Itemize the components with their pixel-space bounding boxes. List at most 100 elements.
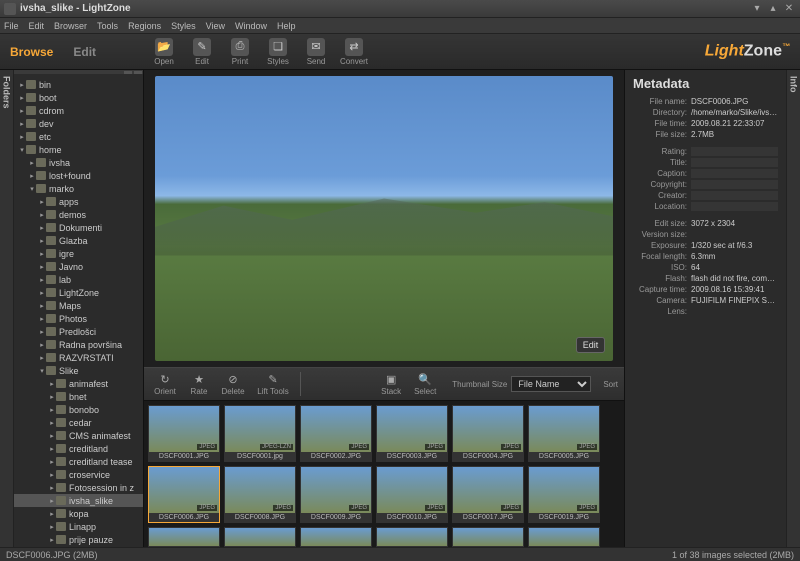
thumbnail[interactable]: JPEGDSCF0002.JPG <box>300 405 372 462</box>
expand-icon[interactable]: ▸ <box>38 198 46 206</box>
rate-button[interactable]: ★Rate <box>184 373 214 396</box>
menu-window[interactable]: Window <box>235 21 267 31</box>
folder-bnet[interactable]: ▸bnet <box>14 390 143 403</box>
select-button[interactable]: 🔍Select <box>410 373 440 396</box>
expand-icon[interactable]: ▸ <box>38 354 46 362</box>
expand-icon[interactable]: ▸ <box>48 484 56 492</box>
folder-ivsha_slike[interactable]: ▸ivsha_slike <box>14 494 143 507</box>
thumbnail[interactable] <box>528 527 600 547</box>
menu-help[interactable]: Help <box>277 21 296 31</box>
styles-button[interactable]: ❏Styles <box>260 38 296 66</box>
expand-icon[interactable]: ▸ <box>38 315 46 323</box>
folder-igre[interactable]: ▸igre <box>14 247 143 260</box>
expand-icon[interactable]: ▸ <box>18 107 26 115</box>
thumbnail[interactable]: JPEGDSCF0005.JPG <box>528 405 600 462</box>
metadata-value-empty[interactable] <box>691 158 778 167</box>
expand-icon[interactable]: ▸ <box>28 159 36 167</box>
thumbnail[interactable]: JPEGDSCF0004.JPG <box>452 405 524 462</box>
menu-edit[interactable]: Edit <box>29 21 45 31</box>
expand-icon[interactable]: ▸ <box>48 445 56 453</box>
edit-button[interactable]: ✎Edit <box>184 38 220 66</box>
thumbnail[interactable]: JPEGDSCF0006.JPG <box>148 466 220 523</box>
folder-fotosession-in-z[interactable]: ▸Fotosession in z <box>14 481 143 494</box>
expand-icon[interactable]: ▸ <box>18 81 26 89</box>
preview-edit-button[interactable]: Edit <box>576 337 606 353</box>
thumbnail[interactable]: JPEGDSCF0009.JPG <box>300 466 372 523</box>
expand-icon[interactable]: ▸ <box>38 302 46 310</box>
folder-lightzone[interactable]: ▸LightZone <box>14 286 143 299</box>
folder-dev[interactable]: ▸dev <box>14 117 143 130</box>
expand-icon[interactable]: ▸ <box>38 263 46 271</box>
sort-select[interactable]: File Name <box>511 376 591 392</box>
metadata-value-empty[interactable] <box>691 169 778 178</box>
folder-lost+found[interactable]: ▸lost+found <box>14 169 143 182</box>
thumbnail[interactable] <box>224 527 296 547</box>
thumbnail[interactable] <box>376 527 448 547</box>
preview-image[interactable]: Edit <box>155 76 614 361</box>
mode-browse[interactable]: Browse <box>0 41 63 63</box>
delete-button[interactable]: ⊘Delete <box>218 373 248 396</box>
stack-button[interactable]: ▣Stack <box>376 373 406 396</box>
thumbnail[interactable]: JPEGDSCF0003.JPG <box>376 405 448 462</box>
convert-button[interactable]: ⇄Convert <box>336 38 372 66</box>
expand-icon[interactable]: ▸ <box>48 380 56 388</box>
expand-icon[interactable]: ▸ <box>28 172 36 180</box>
thumbnail[interactable] <box>452 527 524 547</box>
minimize-icon[interactable]: ▾ <box>750 3 764 15</box>
print-button[interactable]: ⎙Print <box>222 38 258 66</box>
folder-bin[interactable]: ▸bin <box>14 78 143 91</box>
menu-file[interactable]: File <box>4 21 19 31</box>
folder-marko[interactable]: ▾marko <box>14 182 143 195</box>
folder-boot[interactable]: ▸boot <box>14 91 143 104</box>
maximize-icon[interactable]: ▴ <box>766 3 780 15</box>
menu-view[interactable]: View <box>206 21 225 31</box>
thumbnail[interactable]: JPEGDSCF0008.JPG <box>224 466 296 523</box>
info-panel-handle[interactable]: Info <box>786 70 800 547</box>
metadata-value-empty[interactable] <box>691 147 778 156</box>
expand-icon[interactable]: ▸ <box>48 393 56 401</box>
expand-icon[interactable]: ▸ <box>38 276 46 284</box>
thumbnail[interactable] <box>300 527 372 547</box>
thumbnail[interactable]: JPEGDSCF0017.JPG <box>452 466 524 523</box>
expand-icon[interactable]: ▸ <box>18 94 26 102</box>
thumbnail[interactable]: JPEGDSCF0001.JPG <box>148 405 220 462</box>
orient-button[interactable]: ↻Orient <box>150 373 180 396</box>
metadata-value-empty[interactable] <box>691 191 778 200</box>
expand-icon[interactable]: ▸ <box>48 510 56 518</box>
folder-photos[interactable]: ▸Photos <box>14 312 143 325</box>
thumbnail[interactable]: JPEG-LZNDSCF0001.jpg <box>224 405 296 462</box>
folders-panel-handle[interactable]: Folders <box>0 70 14 547</box>
folder-animafest[interactable]: ▸animafest <box>14 377 143 390</box>
expand-icon[interactable]: ▸ <box>48 523 56 531</box>
folder-sermoncro[interactable]: ▸sermoncro <box>14 546 143 547</box>
folder-bonobo[interactable]: ▸bonobo <box>14 403 143 416</box>
folder-razvrstati[interactable]: ▸RAZVRSTATI <box>14 351 143 364</box>
menu-styles[interactable]: Styles <box>171 21 196 31</box>
expand-icon[interactable]: ▸ <box>38 237 46 245</box>
expand-icon[interactable]: ▾ <box>18 146 26 154</box>
expand-icon[interactable]: ▸ <box>38 328 46 336</box>
folder-predlošci[interactable]: ▸Predlošci <box>14 325 143 338</box>
folder-linapp[interactable]: ▸Linapp <box>14 520 143 533</box>
folder-cedar[interactable]: ▸cedar <box>14 416 143 429</box>
open-button[interactable]: 📂Open <box>146 38 182 66</box>
folder-lab[interactable]: ▸lab <box>14 273 143 286</box>
expand-icon[interactable]: ▸ <box>38 211 46 219</box>
folder-croservice[interactable]: ▸croservice <box>14 468 143 481</box>
folder-ivsha[interactable]: ▸ivsha <box>14 156 143 169</box>
menu-browser[interactable]: Browser <box>54 21 87 31</box>
expand-icon[interactable]: ▸ <box>38 289 46 297</box>
close-icon[interactable]: ✕ <box>782 3 796 15</box>
folder-creditland-tease[interactable]: ▸creditland tease <box>14 455 143 468</box>
metadata-value-empty[interactable] <box>691 202 778 211</box>
expand-icon[interactable]: ▸ <box>48 419 56 427</box>
expand-icon[interactable]: ▸ <box>18 133 26 141</box>
thumbnail[interactable] <box>148 527 220 547</box>
expand-icon[interactable]: ▾ <box>38 367 46 375</box>
expand-icon[interactable]: ▸ <box>18 120 26 128</box>
metadata-value-empty[interactable] <box>691 180 778 189</box>
folder-creditland[interactable]: ▸creditland <box>14 442 143 455</box>
expand-icon[interactable]: ▾ <box>28 185 36 193</box>
expand-icon[interactable]: ▸ <box>38 250 46 258</box>
menu-tools[interactable]: Tools <box>97 21 118 31</box>
